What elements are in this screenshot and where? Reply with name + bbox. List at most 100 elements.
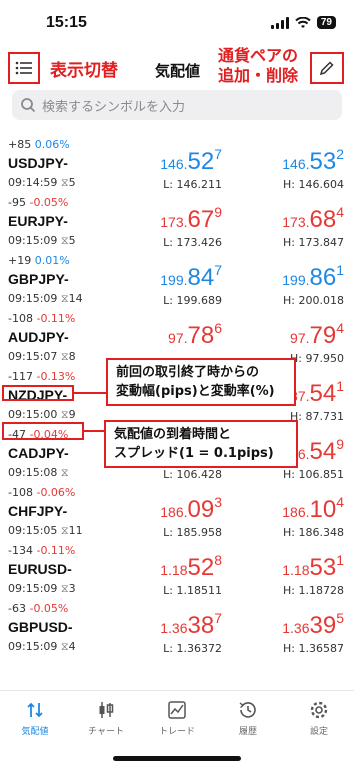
- change-value: -108 -0.11%: [8, 312, 75, 325]
- list-toggle-button[interactable]: [8, 52, 40, 84]
- low-value: L: 1.36372: [163, 642, 222, 655]
- quote-row[interactable]: +85 0.06% USDJPY- 09:14:59 ⧖5 146.527 146.53…: [0, 136, 354, 194]
- bid-price[interactable]: 146.527: [160, 146, 222, 176]
- ask-price-point: 2: [336, 146, 344, 162]
- change-percent: -0.05%: [29, 196, 69, 209]
- high-value: H: 1.36587: [283, 642, 344, 655]
- home-indicator: [113, 756, 241, 761]
- ask-price-pips: 54: [309, 380, 337, 407]
- ask-price[interactable]: 97.794: [290, 320, 344, 350]
- bid-price[interactable]: 97.786: [168, 320, 222, 350]
- search-placeholder: 検索するシンボルを入力: [42, 99, 186, 115]
- ask-price[interactable]: 199.861: [282, 262, 344, 292]
- quote-time: 09:15:09 ⧖14: [8, 292, 83, 306]
- ask-price-point: 4: [336, 320, 344, 336]
- signal-icon: [270, 16, 289, 29]
- search-icon: [21, 98, 36, 113]
- ask-price-point: 1: [336, 378, 344, 394]
- status-time: 15:15: [46, 14, 87, 31]
- bid-price[interactable]: 173.679: [160, 204, 222, 234]
- quote-time: 09:15:09 ⧖3: [8, 582, 76, 596]
- change-highlight: [2, 385, 74, 401]
- tab-history[interactable]: 履歴: [213, 699, 283, 737]
- change-pips: -134: [8, 544, 33, 557]
- tab-quotes[interactable]: 気配値: [0, 699, 70, 737]
- ask-price[interactable]: 1.18531: [282, 552, 344, 582]
- tab-quotes-label: 気配値: [21, 727, 49, 737]
- search-input[interactable]: 検索するシンボルを入力: [12, 90, 342, 120]
- change-percent: -0.06%: [36, 486, 76, 499]
- annotation-add-remove-line2: 追加・削除: [218, 66, 299, 85]
- tab-settings[interactable]: 設定: [284, 699, 354, 737]
- page-title: 気配値: [155, 62, 201, 80]
- ask-price[interactable]: 186.104: [282, 494, 344, 524]
- ask-price-point: 1: [336, 262, 344, 278]
- status-bar: 15:15 79: [0, 0, 354, 46]
- quote-time: 09:15:07 ⧖8: [8, 350, 76, 364]
- bid-price-pips: 67: [187, 206, 215, 233]
- bid-price[interactable]: 1.36387: [160, 610, 222, 640]
- high-value: H: 1.18728: [283, 584, 344, 597]
- change-value: -117 -0.13%: [8, 370, 75, 383]
- bid-price-point: 8: [214, 552, 222, 568]
- bid-price-pips: 09: [187, 496, 215, 523]
- spread-icon: ⧖: [60, 408, 69, 421]
- high-value: H: 97.950: [290, 352, 344, 365]
- history-clock-icon: [239, 702, 256, 718]
- spread-icon: ⧖: [60, 292, 69, 305]
- quote-time: 09:15:08 ⧖: [8, 466, 69, 480]
- bid-price-prefix: 1.18: [160, 562, 188, 578]
- change-percent: -0.13%: [36, 370, 76, 383]
- time-value: 09:15:05: [8, 524, 58, 537]
- tab-chart[interactable]: チャート: [71, 699, 141, 737]
- ask-price[interactable]: 173.684: [282, 204, 344, 234]
- change-tooltip-line1: 前回の取引終了時からの: [116, 365, 260, 380]
- low-value: L: 199.689: [163, 294, 222, 307]
- change-value: +85 0.06%: [8, 138, 70, 151]
- time-value: 09:14:59: [8, 176, 58, 189]
- battery-icon: 79: [316, 16, 336, 29]
- spread-value: 4: [68, 640, 76, 653]
- bid-price[interactable]: 199.847: [160, 262, 222, 292]
- quotes-arrows-icon: [27, 702, 43, 718]
- ask-price[interactable]: 1.36395: [282, 610, 344, 640]
- edit-button[interactable]: [310, 52, 344, 84]
- ask-price[interactable]: 146.532: [282, 146, 344, 176]
- ask-price-pips: 53: [309, 554, 337, 581]
- spread-icon: ⧖: [60, 176, 69, 189]
- ask-price[interactable]: 87.541: [290, 378, 344, 408]
- tab-settings-label: 設定: [309, 727, 328, 737]
- quote-time: 09:15:09 ⧖4: [8, 640, 76, 654]
- time-tooltip: 気配値の到着時間と スプレッド(1 = 0.1pips): [104, 420, 298, 468]
- change-value: -108 -0.06%: [8, 486, 75, 499]
- bid-price-prefix: 97.: [168, 330, 188, 346]
- tab-chart-label: チャート: [88, 727, 124, 737]
- quote-time: 09:14:59 ⧖5: [8, 176, 76, 190]
- quote-row[interactable]: -95 -0.05% EURJPY- 09:15:09 ⧖5 173.679 173.6…: [0, 194, 354, 252]
- bid-price-prefix: 146.: [160, 156, 188, 172]
- change-value: -95 -0.05%: [8, 196, 68, 209]
- quote-row[interactable]: +19 0.01% GBPJPY- 09:15:09 ⧖14 199.847 199.8…: [0, 252, 354, 310]
- low-value: L: 1.18511: [163, 584, 222, 597]
- pencil-icon: [319, 61, 334, 76]
- quote-row[interactable]: -108 -0.06% CHFJPY- 09:15:05 ⧖11 186.093 186…: [0, 484, 354, 542]
- bid-price-pips: 52: [187, 148, 215, 175]
- symbol-name: AUDJPY-: [8, 329, 69, 345]
- symbol-name: EURJPY-: [8, 213, 68, 229]
- bid-price[interactable]: 186.093: [160, 494, 222, 524]
- tab-trade[interactable]: トレード: [142, 699, 212, 737]
- ask-price-prefix: 186.: [282, 504, 310, 520]
- quote-row[interactable]: -134 -0.11% EURUSD- 09:15:09 ⧖3 1.18528 1.18…: [0, 542, 354, 600]
- ask-price-pips: 53: [309, 148, 337, 175]
- bid-price[interactable]: 1.18528: [160, 552, 222, 582]
- spread-icon: ⧖: [60, 350, 69, 363]
- quote-row[interactable]: -63 -0.05% GBPUSD- 09:15:09 ⧖4 1.36387 1.363…: [0, 600, 354, 658]
- change-value: -63 -0.05%: [8, 602, 68, 615]
- change-pips: -95: [8, 196, 26, 209]
- tab-trade-label: トレード: [158, 727, 195, 737]
- time-tooltip-line1: 気配値の到着時間と: [114, 427, 232, 442]
- time-value: 09:15:08: [8, 466, 58, 479]
- change-percent: -0.11%: [36, 544, 76, 557]
- change-tooltip-line2: 変動幅(pips)と変動率(%): [116, 384, 275, 399]
- spread-icon: ⧖: [60, 466, 69, 479]
